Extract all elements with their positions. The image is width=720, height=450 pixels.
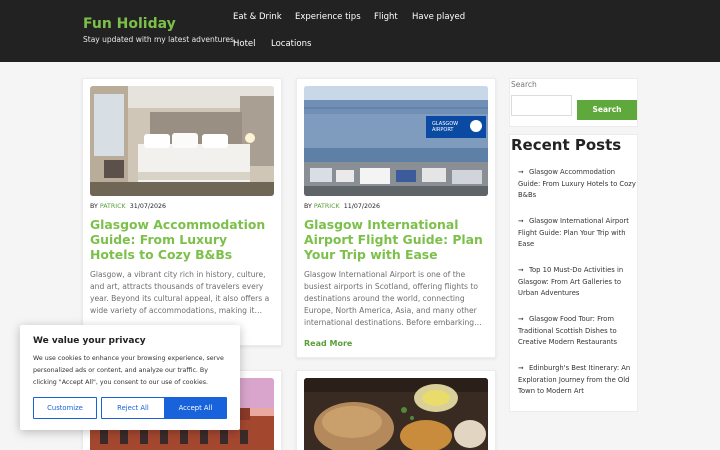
arrow-right-icon: ➞ <box>518 217 524 225</box>
post-excerpt: Glasgow, a vibrant city rich in history,… <box>90 270 270 315</box>
post-meta: BY PATRICK 31/07/2026 <box>90 203 166 210</box>
recent-posts-title: Recent Posts <box>511 136 622 154</box>
cookie-text: We use cookies to enhance your browsing … <box>33 355 224 386</box>
read-more-link[interactable]: Read More <box>304 339 352 348</box>
arrow-right-icon: ➞ <box>518 364 524 372</box>
site-header: Fun Holiday Stay updated with my latest … <box>0 0 720 62</box>
recent-post-link[interactable]: ➞ Glasgow Food Tour: From Traditional Sco… <box>518 314 636 349</box>
recent-post-link[interactable]: ➞ Edinburgh's Best Itinerary: An Explorat… <box>518 363 636 398</box>
post-thumbnail-food[interactable] <box>304 378 488 450</box>
arrow-right-icon: ➞ <box>518 315 524 323</box>
site-tagline: Stay updated with my latest adventures. <box>83 35 237 44</box>
site-title[interactable]: Fun Holiday <box>83 16 176 32</box>
search-input[interactable] <box>511 95 572 116</box>
nav-item-hotel[interactable]: Hotel <box>233 39 256 49</box>
cookie-title: We value your privacy <box>33 336 146 346</box>
customize-button[interactable]: Customize <box>33 397 97 419</box>
arrow-right-icon: ➞ <box>518 168 524 176</box>
airport-image: GLASGOW AIRPORT <box>304 86 488 196</box>
recent-post-link[interactable]: ➞ Glasgow International Airport Flight Gu… <box>518 216 636 251</box>
svg-text:AIRPORT: AIRPORT <box>432 127 454 133</box>
cookie-consent-banner: We value your privacy We use cookies to … <box>20 325 240 430</box>
recent-post-link[interactable]: ➞ Glasgow Accommodation Guide: From Luxur… <box>518 167 636 202</box>
post-date: 11/07/2026 <box>343 203 380 210</box>
arrow-right-icon: ➞ <box>518 266 524 274</box>
search-label: Search <box>511 80 537 89</box>
reject-all-button[interactable]: Reject All <box>101 397 165 419</box>
nav-item-experience-tips[interactable]: Experience tips <box>295 12 361 22</box>
post-title[interactable]: Glasgow International Airport Flight Gui… <box>304 217 492 262</box>
accept-all-button[interactable]: Accept All <box>164 397 227 419</box>
post-meta: BY PATRICK 11/07/2026 <box>304 203 380 210</box>
post-author[interactable]: PATRICK <box>100 203 126 210</box>
post-thumbnail-hotel-room[interactable] <box>90 86 274 196</box>
nav-item-eat-drink[interactable]: Eat & Drink <box>233 12 282 22</box>
search-button[interactable]: Search <box>577 100 637 120</box>
post-excerpt: Glasgow International Airport is one of … <box>304 270 482 327</box>
recent-post-link[interactable]: ➞ Top 10 Must-Do Activities in Glasgow: F… <box>518 265 636 300</box>
nav-item-locations[interactable]: Locations <box>271 39 311 49</box>
post-thumbnail-airport[interactable]: GLASGOW AIRPORT <box>304 86 488 196</box>
hotel-room-image <box>90 86 274 196</box>
post-date: 31/07/2026 <box>129 203 166 210</box>
nav-item-have-played[interactable]: Have played <box>412 12 465 22</box>
post-author[interactable]: PATRICK <box>314 203 340 210</box>
food-image <box>304 378 488 450</box>
post-title[interactable]: Glasgow Accommodation Guide: From Luxury… <box>90 217 270 262</box>
nav-item-flight[interactable]: Flight <box>374 12 398 22</box>
